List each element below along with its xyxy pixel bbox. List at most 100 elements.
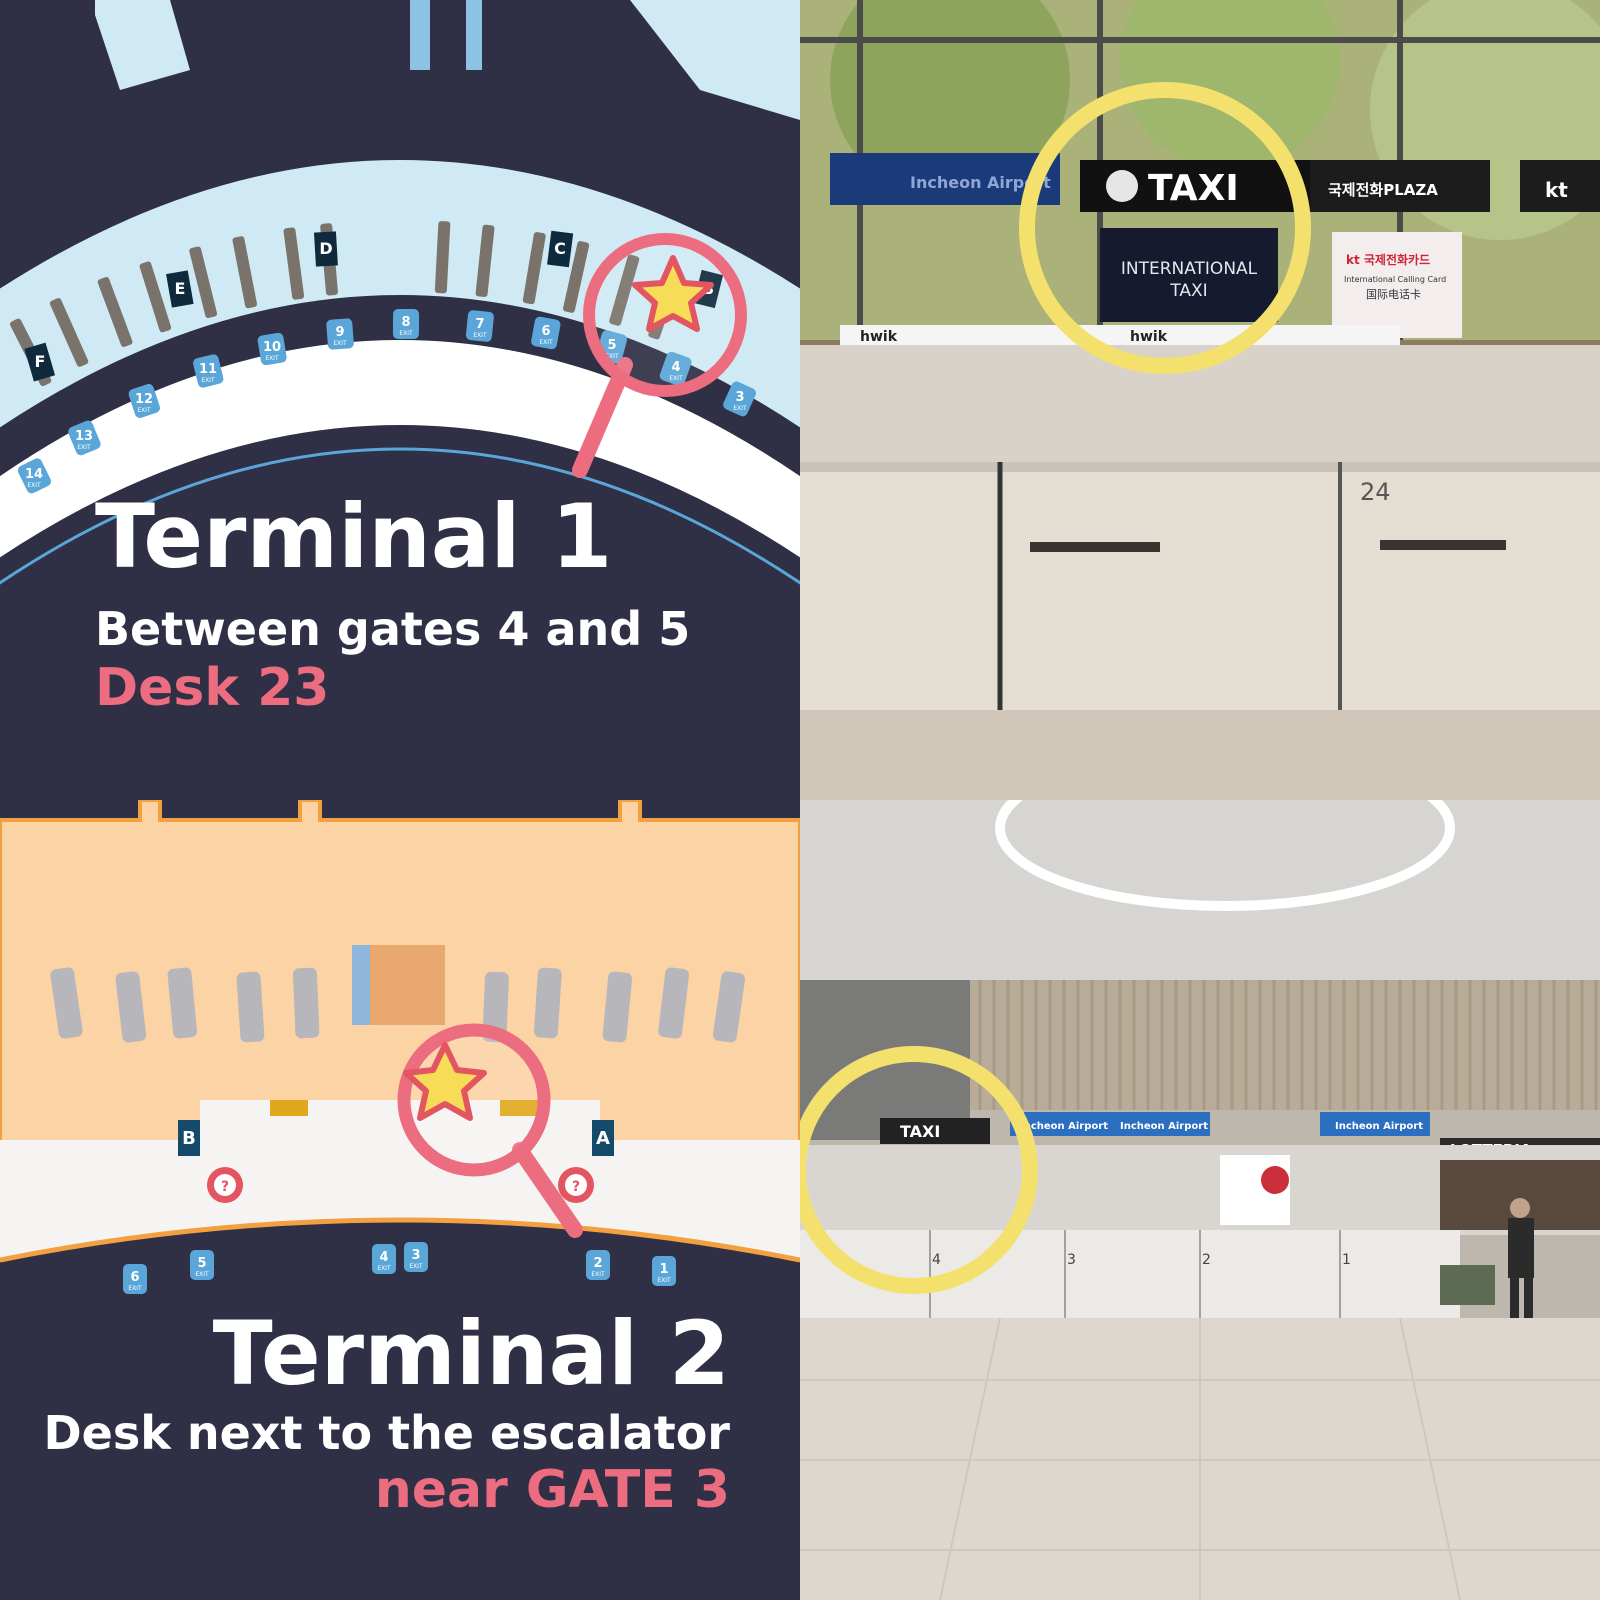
t2-desk-2: 2	[1202, 1252, 1211, 1268]
t1-booth-brand-b: hwik	[1130, 329, 1168, 345]
exit-label: EXIT	[27, 482, 41, 489]
t2-exit-markers: 6EXIT5EXIT4EXIT3EXIT 2EXIT 1EXIT	[123, 1242, 676, 1294]
gate-number: 8	[640, 133, 651, 152]
t2-zone-a: A	[592, 1120, 614, 1156]
zone-letter: F	[35, 352, 46, 371]
exit-label: EXIT	[201, 377, 215, 384]
exit-marker: 2EXIT	[586, 1250, 610, 1280]
gate-number: 9	[604, 121, 615, 140]
exit-number: 12	[135, 392, 153, 407]
t2-counter	[800, 1230, 1460, 1318]
t1-pier-a	[410, 0, 430, 70]
checkin-counter	[236, 971, 265, 1043]
terminal1-map-panel: 292625201918171615141312111098765 FEDCB …	[0, 0, 800, 800]
terminal2-gate-note: near GATE 3	[374, 1460, 730, 1520]
exit-label: EXIT	[128, 1285, 142, 1292]
t1-wing-right	[630, 0, 800, 120]
exit-number: 3	[411, 1248, 420, 1263]
checkin-counter	[533, 967, 562, 1039]
exit-number: 6	[541, 324, 550, 339]
t1-booth-brand-a: hwik	[860, 329, 898, 345]
t2-sign-incheon-a-text: Incheon Airport	[1020, 1121, 1108, 1132]
help-icon: ?	[207, 1167, 243, 1203]
exit-number: 11	[199, 362, 217, 377]
t1-card-line2: International Calling Card	[1344, 275, 1446, 284]
exit-marker: 8EXIT	[392, 308, 420, 340]
gate-number: 6	[720, 173, 731, 192]
exit-marker: 4EXIT	[372, 1244, 396, 1274]
exit-number: 2	[593, 1256, 602, 1271]
terminal2-photo-panel: TAXI Incheon Airport Incheon Airport Inc…	[800, 800, 1600, 1600]
exit-label: EXIT	[591, 1271, 605, 1278]
terminal1-desk: Desk 23	[95, 658, 330, 718]
zone-letter: E	[175, 279, 186, 298]
exit-number: 3	[735, 390, 744, 405]
t2-desk-4: 4	[932, 1252, 941, 1268]
gate-number: 18	[104, 177, 126, 196]
exit-marker: 6EXIT	[123, 1264, 147, 1294]
t1-counter-top	[800, 462, 1600, 472]
gate-number: 7	[688, 161, 699, 180]
exit-number: 13	[75, 429, 93, 444]
terminal1-photo-panel: Incheon Airport TAXI 국제전화PLAZA kt INTERN…	[800, 0, 1600, 800]
exit-label: EXIT	[409, 1263, 423, 1270]
t1-booth-bar	[840, 325, 1400, 347]
exit-marker: 1EXIT	[652, 1256, 676, 1286]
t1-screen-line2: TAXI	[1169, 281, 1207, 301]
zone-marker: D	[313, 231, 338, 267]
t2-center-orange	[370, 945, 445, 1025]
exit-label: EXIT	[399, 330, 413, 337]
exit-number: 14	[25, 467, 43, 482]
exit-number: 8	[401, 315, 410, 330]
exit-label: EXIT	[77, 444, 91, 451]
t2-ceiling	[800, 800, 1600, 980]
gate-number: 20	[22, 225, 44, 244]
zone-marker: C	[547, 230, 574, 268]
exit-label: EXIT	[539, 339, 553, 346]
svg-text:A: A	[596, 1128, 610, 1149]
gate-number: 5	[772, 181, 783, 200]
svg-text:?: ?	[572, 1179, 580, 1195]
exit-marker: 3EXIT	[404, 1242, 428, 1272]
t1-sign-taxi-text: TAXI	[1148, 168, 1239, 209]
zone-letter: C	[554, 239, 566, 258]
terminal2-map-panel: 6 EXIT 5 EXIT 4 EXIT 3 EXIT 2 EXIT 1 EXIT B A ? ?	[0, 800, 800, 1600]
terminal2-photo: TAXI Incheon Airport Incheon Airport Inc…	[800, 800, 1600, 1600]
t2-desk-3: 3	[1067, 1252, 1076, 1268]
exit-label: EXIT	[377, 1265, 391, 1272]
exit-label: EXIT	[657, 1277, 671, 1284]
exit-marker: 5EXIT	[190, 1250, 214, 1280]
exit-marker: 7EXIT	[465, 310, 494, 342]
t1-void-left	[0, 0, 95, 120]
exit-label: EXIT	[733, 405, 747, 412]
t1-card-line3: 国际电话卡	[1366, 288, 1421, 301]
checkin-counter	[292, 967, 320, 1039]
gate-number: 14	[278, 121, 300, 140]
t1-screen-line1: INTERNATIONAL	[1121, 259, 1258, 279]
exit-label: EXIT	[265, 355, 279, 362]
t1-wing-left	[90, 0, 190, 90]
gate-number: 11	[512, 111, 534, 130]
t2-sign-taxi-text: TAXI	[900, 1122, 940, 1141]
exit-marker: 9EXIT	[326, 318, 354, 350]
terminal1-location: Between gates 4 and 5	[95, 602, 691, 656]
t1-counter	[800, 462, 1600, 710]
gate-number: 13	[330, 115, 352, 134]
svg-text:?: ?	[221, 1179, 229, 1195]
exit-label: EXIT	[137, 407, 151, 414]
gate-number: 12	[368, 109, 390, 128]
exit-number: 4	[379, 1250, 388, 1265]
t1-sign-kt-text: kt	[1545, 178, 1568, 202]
exit-number: 9	[335, 325, 344, 340]
gate-number: 16	[194, 155, 216, 174]
t1-pier-b	[466, 0, 482, 70]
gate-number: 10	[548, 113, 570, 132]
gate-number: 15	[240, 133, 262, 152]
t1-card-line1: kt 국제전화카드	[1346, 252, 1430, 267]
t1-shelf-b	[1380, 540, 1506, 550]
t2-zone-b: B	[178, 1120, 200, 1156]
exit-label: EXIT	[195, 1271, 209, 1278]
exit-marker: 10EXIT	[257, 332, 287, 366]
t1-calling-card-poster	[1332, 232, 1462, 338]
taxi-badge-icon	[1106, 170, 1138, 202]
